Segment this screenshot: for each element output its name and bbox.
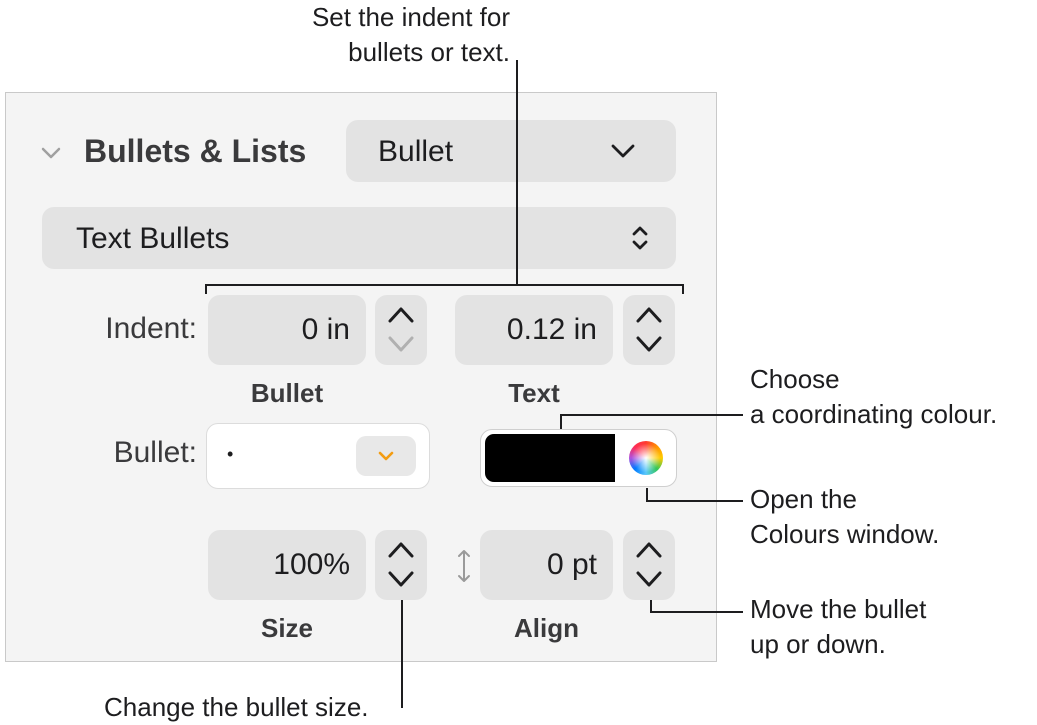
callout-size: Change the bullet size.	[104, 692, 369, 722]
size-stepper[interactable]	[375, 530, 427, 600]
bullet-char-value: •	[227, 444, 234, 464]
indent-text-field[interactable]: 0.12 in	[455, 295, 613, 365]
indent-bracket	[205, 284, 684, 286]
indent-text-caption: Text	[508, 378, 560, 408]
indent-label: Indent:	[105, 312, 197, 345]
callout-indent: Set the indent for bullets or text.	[311, 2, 510, 67]
stepper-up-icon[interactable]	[387, 539, 415, 561]
disclosure-chevron-icon[interactable]	[40, 146, 62, 160]
list-style-popup[interactable]: Bullet	[346, 120, 676, 182]
callout-colour-line	[560, 414, 743, 416]
bullet-label: Bullet:	[113, 436, 197, 469]
callout-size-line	[401, 600, 403, 708]
indent-bullet-stepper[interactable]	[375, 295, 427, 365]
bullet-char-field[interactable]: •	[206, 423, 430, 489]
size-caption: Size	[260, 613, 314, 643]
indent-bullet-caption: Bullet	[250, 378, 324, 408]
stepper-down-icon[interactable]	[635, 333, 663, 355]
up-down-arrows-icon	[632, 226, 648, 250]
callout-colour: Choose a coordinating colour.	[750, 364, 998, 429]
callout-indent-line	[516, 60, 518, 285]
stepper-up-icon[interactable]	[635, 539, 663, 561]
stepper-down-icon[interactable]	[387, 333, 415, 355]
colour-well[interactable]	[480, 429, 677, 487]
callout-colours-window-line	[646, 500, 743, 502]
size-field[interactable]: 100%	[208, 530, 366, 600]
callout-move: Move the bullet up or down.	[750, 594, 927, 659]
align-stepper[interactable]	[623, 530, 675, 600]
colour-wheel-icon[interactable]	[629, 441, 663, 475]
list-style-value: Bullet	[378, 135, 454, 168]
stepper-up-icon[interactable]	[387, 304, 415, 326]
stepper-down-icon[interactable]	[387, 568, 415, 590]
align-caption: Align	[514, 613, 579, 643]
stepper-up-icon[interactable]	[635, 304, 663, 326]
vertical-arrow-icon	[458, 550, 470, 582]
bullet-type-value: Text Bullets	[76, 222, 230, 255]
chevron-down-icon	[378, 451, 394, 461]
callout-colours-window: Open the Colours window.	[750, 484, 940, 549]
indent-text-stepper[interactable]	[623, 295, 675, 365]
stepper-down-icon[interactable]	[635, 568, 663, 590]
callout-move-line	[650, 611, 743, 613]
colour-swatch[interactable]	[485, 434, 615, 482]
bullet-type-popup[interactable]: Text Bullets	[42, 207, 676, 269]
section-title: Bullets & Lists	[84, 133, 307, 169]
indent-bullet-field[interactable]: 0 in	[208, 295, 366, 365]
bullet-char-dropdown-button[interactable]	[356, 436, 416, 476]
chevron-down-icon	[611, 144, 635, 158]
align-field[interactable]: 0 pt	[480, 530, 613, 600]
